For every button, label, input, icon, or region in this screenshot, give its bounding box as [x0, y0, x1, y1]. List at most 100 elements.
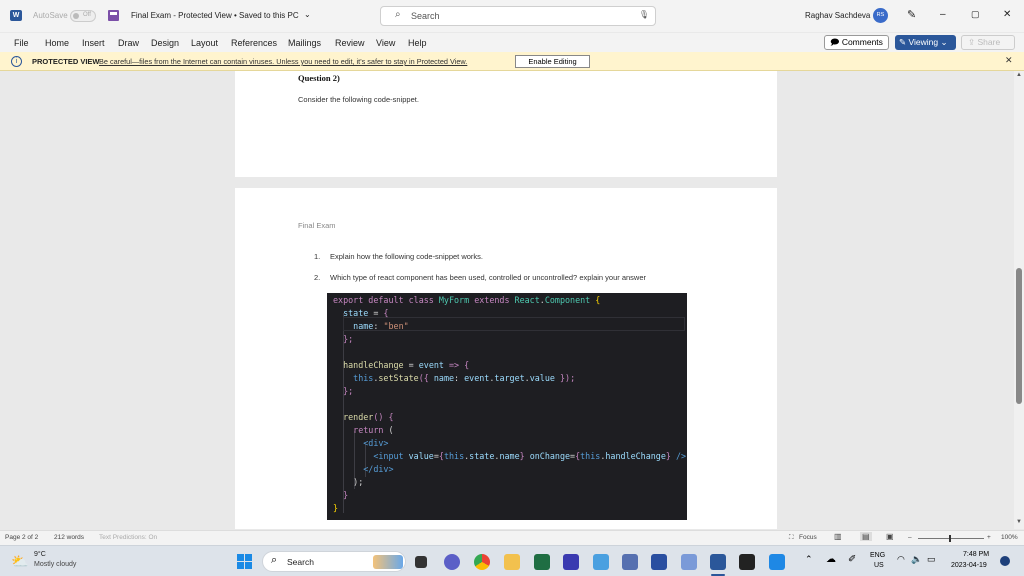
code-token: }; [333, 334, 354, 344]
menu-design[interactable]: Design [151, 38, 179, 48]
zoom-slider[interactable] [918, 535, 984, 542]
vertical-scrollbar[interactable]: ▲ ▼ [1014, 71, 1024, 529]
app-icon[interactable] [622, 554, 638, 570]
code-line: return ( [333, 425, 393, 435]
menu-insert[interactable]: Insert [82, 38, 105, 48]
code-token: } [333, 503, 339, 513]
taskbar-search[interactable]: ⌕ Search [262, 551, 406, 572]
code-token: event [418, 360, 444, 370]
wifi-icon[interactable]: ◠ [897, 554, 905, 565]
title-bar: W AutoSave Off Final Exam - Protected Vi… [0, 0, 1024, 32]
minimize-button[interactable]: – [940, 9, 946, 20]
code-token: this [580, 451, 601, 461]
menu-review[interactable]: Review [335, 38, 365, 48]
terminal-icon[interactable] [739, 554, 755, 570]
menu-help[interactable]: Help [408, 38, 427, 48]
clock-time[interactable]: 7:48 PM [963, 551, 989, 558]
info-icon: i [11, 56, 22, 67]
scroll-thumb[interactable] [1016, 268, 1022, 404]
menu-layout[interactable]: Layout [191, 38, 218, 48]
menu-draw[interactable]: Draw [118, 38, 139, 48]
vscode-icon[interactable] [769, 554, 785, 570]
pen-tray-icon[interactable]: ✐ [848, 554, 856, 565]
share-button[interactable]: ⇪ Share [961, 35, 1015, 50]
autosave-toggle[interactable]: Off [70, 10, 96, 22]
tray-chevron-icon[interactable]: ⌃ [805, 554, 813, 565]
lang-us[interactable]: US [874, 562, 884, 569]
weather-icon[interactable]: ⛅ [11, 553, 28, 570]
enable-editing-button[interactable]: Enable Editing [515, 55, 590, 68]
code-line: state = { [333, 308, 388, 318]
code-token: target [494, 373, 525, 383]
scroll-up-icon[interactable]: ▲ [1016, 72, 1022, 78]
windows-start-icon[interactable] [237, 554, 252, 569]
code-line: <input value={this.state.name} onChange=… [333, 451, 686, 461]
code-line: render() { [333, 412, 393, 422]
word-logo-icon: W [10, 10, 22, 21]
app-add-icon[interactable] [681, 554, 697, 570]
print-layout-icon[interactable]: ▤ [860, 532, 872, 541]
close-icon[interactable]: ✕ [1005, 55, 1013, 66]
zoom-out-icon[interactable]: – [908, 534, 912, 541]
menu-mailings[interactable]: Mailings [288, 38, 321, 48]
document-title[interactable]: Final Exam - Protected View • Saved to t… [131, 11, 299, 20]
comments-label: Comments [841, 37, 883, 47]
comments-button[interactable]: 🗩 Comments [824, 35, 889, 50]
taskbar: ⛅ 9°C Mostly cloudy ⌕ Search ⌃ ☁ ✐ ENG U… [0, 545, 1024, 576]
screen-tool-icon[interactable] [651, 554, 667, 570]
maximize-button[interactable]: ▢ [971, 9, 980, 20]
protected-view-message[interactable]: Be careful—files from the Internet can c… [99, 57, 467, 66]
battery-icon[interactable]: ▭ [927, 554, 936, 565]
volume-icon[interactable]: 🔈 [911, 554, 922, 565]
onedrive-icon[interactable]: ☁ [826, 554, 836, 565]
weather-desc[interactable]: Mostly cloudy [34, 561, 76, 568]
menu-view[interactable]: View [376, 38, 395, 48]
focus-icon[interactable]: ⛶ [789, 534, 794, 542]
zoom-level[interactable]: 100% [1001, 534, 1018, 541]
code-token: handleChange [343, 360, 404, 370]
search-box[interactable]: ⌕ Search 🎙 [380, 6, 656, 26]
file-explorer-icon[interactable] [504, 554, 520, 570]
scroll-down-icon[interactable]: ▼ [1016, 519, 1022, 525]
lang-eng[interactable]: ENG [870, 552, 885, 559]
zoom-slider-thumb[interactable] [949, 535, 951, 542]
close-button[interactable]: ✕ [1003, 9, 1011, 20]
clock-date[interactable]: 2023-04-19 [951, 562, 987, 569]
menu-file[interactable]: File [14, 38, 29, 48]
list-item-2: Which type of react component has been u… [330, 273, 647, 282]
avatar[interactable]: RS [873, 8, 888, 23]
weather-temp[interactable]: 9°C [34, 551, 46, 558]
protected-view-label: PROTECTED VIEW [32, 57, 100, 66]
word-taskbar-icon[interactable] [710, 554, 726, 570]
task-view-icon[interactable] [415, 556, 427, 568]
code-token: = [368, 308, 384, 318]
chrome-icon[interactable] [474, 554, 490, 570]
focus-button[interactable]: Focus [799, 534, 817, 541]
vscode-insiders-icon[interactable] [563, 554, 579, 570]
pen-icon[interactable]: ✎ [907, 8, 916, 21]
calendar-icon[interactable] [593, 554, 609, 570]
page-1: Question 2) Consider the following code-… [235, 71, 777, 177]
microphone-icon[interactable]: 🎙 [639, 10, 649, 19]
menu-home[interactable]: Home [45, 38, 69, 48]
code-line: handleChange = event => { [333, 360, 469, 370]
notification-icon[interactable] [1000, 556, 1010, 566]
user-name[interactable]: Raghav Sachdeva [805, 11, 870, 20]
teams-chat-icon[interactable] [444, 554, 460, 570]
read-mode-icon[interactable]: ▥ [834, 532, 842, 541]
viewing-button[interactable]: ✎ Viewing ⌄ [895, 35, 956, 50]
page-count[interactable]: Page 2 of 2 [5, 534, 38, 541]
text-predictions[interactable]: Text Predictions: On [99, 534, 157, 541]
chevron-down-icon[interactable]: ⌄ [304, 10, 311, 19]
code-line: this.setState({ name: event.target.value… [333, 373, 575, 383]
menu-references[interactable]: References [231, 38, 277, 48]
code-line: <div> [333, 438, 388, 448]
viewing-label: Viewing [908, 37, 939, 47]
store-icon[interactable] [534, 554, 550, 570]
save-icon[interactable] [108, 10, 119, 21]
zoom-in-icon[interactable]: + [987, 534, 991, 541]
web-layout-icon[interactable]: ▣ [886, 532, 894, 541]
word-count[interactable]: 212 words [54, 534, 84, 541]
